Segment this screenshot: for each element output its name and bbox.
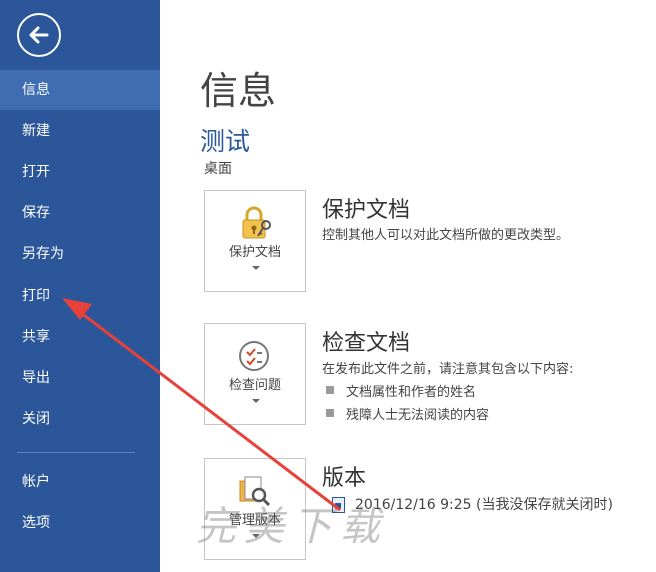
nav-item-close[interactable]: 关闭 xyxy=(0,399,160,439)
inspect-checklist-icon xyxy=(239,341,269,371)
nav-item-open[interactable]: 打开 xyxy=(0,152,160,192)
versions-title: 版本 xyxy=(322,466,367,491)
check-for-issues-label: 检查问题 xyxy=(228,378,281,393)
nav-item-print[interactable]: 打印 xyxy=(0,276,160,316)
nav-item-new[interactable]: 新建 xyxy=(0,111,160,151)
dropdown-caret-icon xyxy=(252,266,260,270)
nav-item-info[interactable]: 信息 xyxy=(0,70,160,110)
nav-item-save[interactable]: 保存 xyxy=(0,193,160,233)
nav-item-save-as[interactable]: 另存为 xyxy=(0,234,160,274)
manage-versions-label: 管理版本 xyxy=(228,513,281,528)
info-panel: 信息 测试 桌面 保护文档 保护文档 控制其他人可以对此文档所做的更改类型。 检… xyxy=(160,0,656,572)
nav-item-export[interactable]: 导出 xyxy=(0,358,160,398)
back-button[interactable] xyxy=(17,13,61,57)
inspect-document-title: 检查文档 xyxy=(322,331,411,356)
back-arrow-icon xyxy=(29,26,49,44)
version-entry[interactable]: 2016/12/16 9:25 (当我没保存就关闭时) xyxy=(332,494,613,514)
nav-item-account[interactable]: 帐户 xyxy=(0,462,160,502)
document-name: 测试 xyxy=(200,127,251,156)
dropdown-caret-icon xyxy=(252,399,260,403)
bullet-square-icon xyxy=(326,385,334,394)
protect-document-label: 保护文档 xyxy=(228,245,281,260)
versions-magnifier-icon xyxy=(239,476,271,507)
manage-versions-button[interactable]: 管理版本 xyxy=(204,458,306,560)
nav-item-options[interactable]: 选项 xyxy=(0,503,160,543)
inspect-bullet: 文档属性和作者的姓名 xyxy=(326,381,476,400)
inspect-document-description: 在发布此文件之前，请注意其包含以下内容: xyxy=(322,362,574,377)
backstage-sidebar: 信息 新建 打开 保存 另存为 打印 共享 导出 关闭 帐户 选项 xyxy=(0,0,160,572)
bullet-square-icon xyxy=(326,408,334,417)
nav-item-share[interactable]: 共享 xyxy=(0,317,160,357)
protect-document-title: 保护文档 xyxy=(322,198,411,223)
word-document-icon xyxy=(332,497,345,513)
protect-document-description: 控制其他人可以对此文档所做的更改类型。 xyxy=(322,228,570,243)
lock-key-icon xyxy=(242,206,271,239)
document-location: 桌面 xyxy=(204,161,232,177)
dropdown-caret-icon xyxy=(252,534,260,538)
check-for-issues-button[interactable]: 检查问题 xyxy=(204,323,306,425)
version-entry-text: 2016/12/16 9:25 (当我没保存就关闭时) xyxy=(355,497,613,513)
protect-document-button[interactable]: 保护文档 xyxy=(204,190,306,292)
inspect-bullet: 残障人士无法阅读的内容 xyxy=(326,404,489,423)
page-title: 信息 xyxy=(200,69,277,113)
sidebar-divider xyxy=(17,452,135,453)
